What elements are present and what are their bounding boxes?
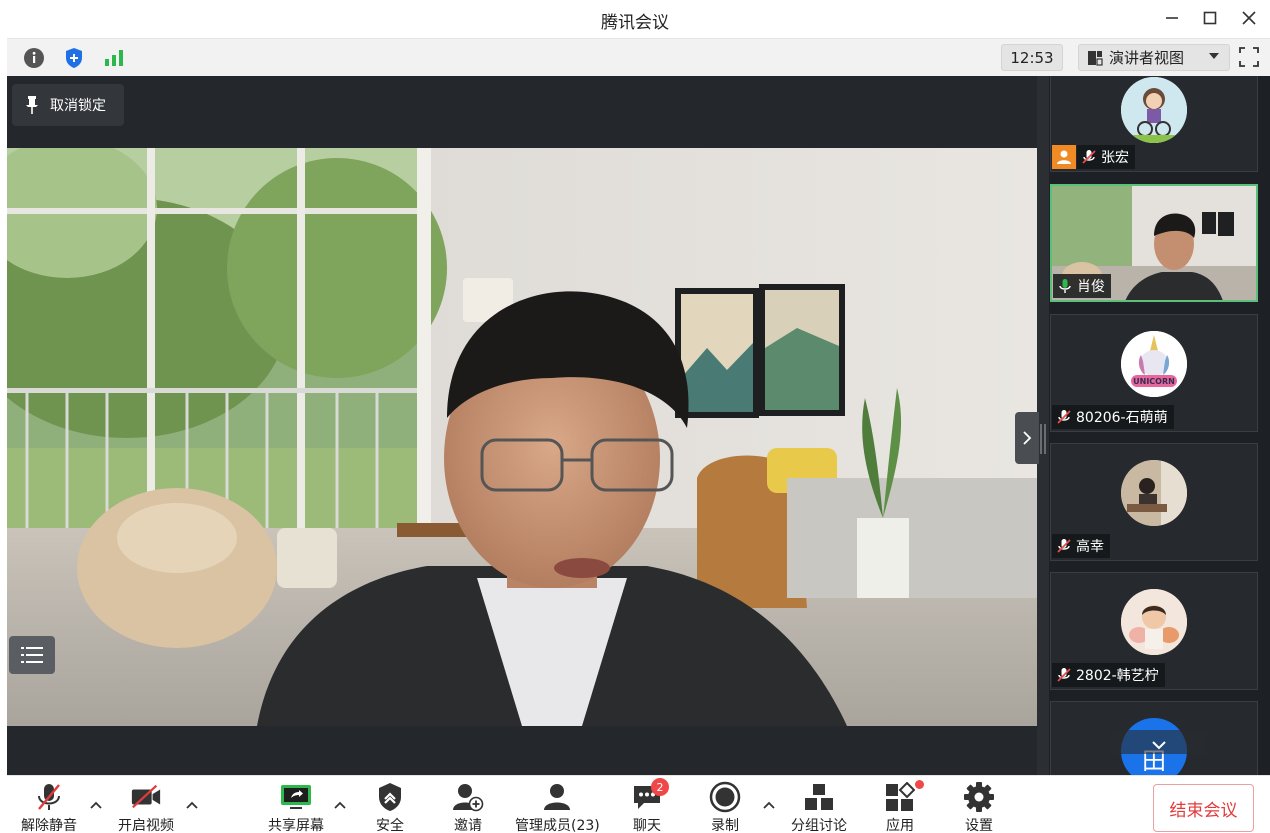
apps-icon <box>884 780 924 812</box>
chevron-up-icon[interactable] <box>333 798 347 812</box>
participant-avatar <box>1121 77 1187 143</box>
record-label: 录制 <box>711 818 739 833</box>
pin-icon <box>24 95 40 115</box>
chevron-up-icon[interactable] <box>185 798 199 812</box>
record-button[interactable]: 录制 <box>709 781 741 833</box>
security-button[interactable]: 安全 <box>374 782 406 833</box>
chevron-up-icon[interactable] <box>89 798 103 812</box>
participant-namebar: 肖俊 <box>1053 274 1111 298</box>
participant-avatar <box>1121 589 1187 655</box>
unpin-button[interactable]: 取消锁定 <box>12 84 124 126</box>
breakout-button[interactable]: 分组讨论 <box>791 782 847 833</box>
participant-name: 张宏 <box>1101 150 1129 166</box>
participant-tile[interactable]: 2802-韩艺柠 <box>1050 572 1258 690</box>
chat-label: 聊天 <box>633 818 661 833</box>
share-screen-icon <box>280 782 312 812</box>
participant-name: 高幸 <box>1076 539 1104 555</box>
list-icon <box>21 645 43 665</box>
unmute-label: 解除静音 <box>21 818 77 833</box>
participant-avatar <box>1121 460 1187 526</box>
record-icon <box>709 781 741 813</box>
participant-name: 肖俊 <box>1077 279 1105 295</box>
participant-tile[interactable]: 田 <box>1050 701 1258 775</box>
end-meeting-button[interactable]: 结束会议 <box>1153 784 1254 832</box>
info-icon[interactable] <box>22 46 46 70</box>
participant-tile[interactable]: 高幸 <box>1050 443 1258 561</box>
fullscreen-icon[interactable] <box>1239 47 1259 67</box>
participant-namebar: 高幸 <box>1052 534 1110 558</box>
participant-tile[interactable]: 肖俊 <box>1050 184 1258 302</box>
share-screen-button[interactable]: 共享屏幕 <box>268 782 324 833</box>
meeting-clock: 12:53 <box>1001 44 1063 71</box>
collapse-panel-button[interactable] <box>1015 412 1039 464</box>
resize-grip[interactable] <box>1040 424 1046 454</box>
chevron-down-icon <box>1151 736 1167 750</box>
meeting-toolbar: 解除静音 开启视频 共享屏幕 安全 邀请 管理成员(23) 2 聊天 录制 分组… <box>7 775 1270 833</box>
mic-active-icon <box>1057 278 1073 294</box>
camera-off-icon <box>130 782 162 812</box>
manage-members-button[interactable]: 管理成员(23) <box>515 782 600 833</box>
unicorn-text: UNICORN <box>1133 377 1175 386</box>
start-video-button[interactable]: 开启视频 <box>118 782 174 833</box>
participants-panel: 张宏 肖俊 UNICORN 80206-石萌萌 高幸 2802-韩艺柠 田 <box>1049 76 1270 775</box>
view-mode-label: 演讲者视图 <box>1109 49 1185 67</box>
unmute-button[interactable]: 解除静音 <box>21 782 77 833</box>
members-icon <box>541 782 573 812</box>
close-icon[interactable] <box>1235 6 1263 30</box>
security-label: 安全 <box>376 818 404 833</box>
breakout-icon <box>803 782 835 812</box>
participant-name: 2802-韩艺柠 <box>1076 668 1159 684</box>
meeting-info-bar: 12:53 演讲者视图 <box>7 38 1270 76</box>
signal-strength-icon[interactable] <box>102 46 126 70</box>
start-video-label: 开启视频 <box>118 818 174 833</box>
host-icon <box>1052 145 1076 169</box>
notification-dot <box>915 780 924 789</box>
chat-badge: 2 <box>651 778 669 796</box>
layout-icon <box>1087 50 1105 66</box>
mic-muted-icon <box>1081 149 1097 165</box>
invite-button[interactable]: 邀请 <box>452 782 484 833</box>
security-icon <box>374 782 406 812</box>
mic-muted-icon <box>1056 409 1072 425</box>
manage-members-label: 管理成员(23) <box>515 818 600 833</box>
shield-icon[interactable] <box>62 46 86 70</box>
member-list-toggle[interactable] <box>9 636 55 674</box>
view-mode-select[interactable]: 演讲者视图 <box>1078 44 1230 71</box>
gear-icon <box>963 782 995 812</box>
chat-icon: 2 <box>631 778 669 812</box>
title-bar: 腾讯会议 <box>0 0 1270 38</box>
chevron-up-icon[interactable] <box>762 798 776 812</box>
settings-label: 设置 <box>965 818 993 833</box>
add-user-icon <box>452 782 484 812</box>
participant-tile[interactable]: UNICORN 80206-石萌萌 <box>1050 314 1258 432</box>
chevron-right-icon <box>1021 430 1033 446</box>
participant-tile[interactable]: 张宏 <box>1050 76 1258 172</box>
mic-muted-icon <box>1056 667 1072 683</box>
share-screen-label: 共享屏幕 <box>268 818 324 833</box>
participant-avatar: UNICORN <box>1121 331 1187 397</box>
breakout-label: 分组讨论 <box>791 818 847 833</box>
chevron-down-icon <box>1209 53 1219 59</box>
speaker-video <box>7 148 1037 726</box>
participant-namebar: 2802-韩艺柠 <box>1052 663 1165 687</box>
apps-button[interactable]: 应用 <box>884 780 924 833</box>
chat-button[interactable]: 2 聊天 <box>631 778 669 833</box>
invite-label: 邀请 <box>454 818 482 833</box>
participant-name: 80206-石萌萌 <box>1076 410 1168 426</box>
mic-muted-icon <box>33 782 65 812</box>
participant-namebar: 80206-石萌萌 <box>1052 405 1174 429</box>
mic-muted-icon <box>1056 538 1072 554</box>
scroll-down-button[interactable] <box>1111 730 1207 754</box>
participant-namebar: 张宏 <box>1077 145 1135 169</box>
settings-button[interactable]: 设置 <box>963 782 995 833</box>
apps-label: 应用 <box>886 818 914 833</box>
window-title: 腾讯会议 <box>601 13 669 33</box>
unpin-label: 取消锁定 <box>50 98 106 114</box>
main-video-area: 取消锁定 <box>7 76 1037 775</box>
minimize-icon[interactable] <box>1158 6 1186 30</box>
maximize-icon[interactable] <box>1196 6 1224 30</box>
